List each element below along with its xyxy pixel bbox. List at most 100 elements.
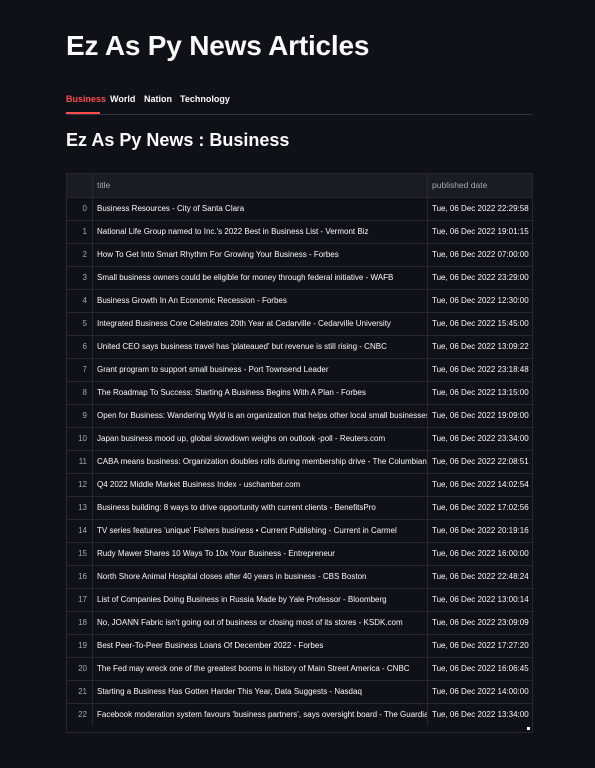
row-index: 3 <box>82 273 87 282</box>
table-row[interactable]: 21 Starting a Business Has Gotten Harder … <box>67 680 532 703</box>
column-header-title[interactable]: title <box>92 174 427 197</box>
cell-published-date[interactable]: Tue, 06 Dec 2022 23:29:00 <box>427 267 532 289</box>
cell-title[interactable]: The Fed may wreck one of the greatest bo… <box>92 658 427 680</box>
row-index: 19 <box>78 641 87 650</box>
cell-published-date[interactable]: Tue, 06 Dec 2022 13:34:00 <box>427 704 532 726</box>
section-heading: Ez As Py News : Business <box>66 130 290 150</box>
cell-title[interactable]: National Life Group named to Inc.'s 2022… <box>92 221 427 243</box>
cell-title[interactable]: Q4 2022 Middle Market Business Index - u… <box>92 474 427 496</box>
cell-published-date[interactable]: Tue, 06 Dec 2022 16:00:00 <box>427 543 532 565</box>
table-row[interactable]: 1 National Life Group named to Inc.'s 202… <box>67 220 532 243</box>
cell-title[interactable]: Rudy Mawer Shares 10 Ways To 10x Your Bu… <box>92 543 427 565</box>
cell-published-date[interactable]: Tue, 06 Dec 2022 16:06:45 <box>427 658 532 680</box>
row-index: 10 <box>78 434 87 443</box>
tab-nation[interactable]: Nation <box>144 94 172 104</box>
cell-published-date[interactable]: Tue, 06 Dec 2022 12:30:00 <box>427 290 532 312</box>
cell-title[interactable]: Business Resources - City of Santa Clara <box>92 198 427 220</box>
cell-published-date[interactable]: Tue, 06 Dec 2022 07:00:00 <box>427 244 532 266</box>
row-index: 12 <box>78 480 87 489</box>
cell-published-date[interactable]: Tue, 06 Dec 2022 20:19:16 <box>427 520 532 542</box>
table-row[interactable]: 0 Business Resources - City of Santa Clar… <box>67 197 532 220</box>
cell-published-date[interactable]: Tue, 06 Dec 2022 13:15:00 <box>427 382 532 404</box>
cell-title[interactable]: CABA means business: Organization double… <box>92 451 427 473</box>
cell-title[interactable]: Facebook moderation system favours 'busi… <box>92 704 427 726</box>
cell-published-date[interactable]: Tue, 06 Dec 2022 14:00:00 <box>427 681 532 703</box>
row-index: 15 <box>78 549 87 558</box>
row-index: 14 <box>78 526 87 535</box>
cell-published-date[interactable]: Tue, 06 Dec 2022 19:01:15 <box>427 221 532 243</box>
table-row[interactable]: 18 No, JOANN Fabric isn't going out of bu… <box>67 611 532 634</box>
row-index: 22 <box>78 710 87 719</box>
table-row[interactable]: 7 Grant program to support small business… <box>67 358 532 381</box>
cell-title[interactable]: Japan business mood up, global slowdown … <box>92 428 427 450</box>
cell-title[interactable]: Business Growth In An Economic Recession… <box>92 290 427 312</box>
cell-title[interactable]: North Shore Animal Hospital closes after… <box>92 566 427 588</box>
cell-published-date[interactable]: Tue, 06 Dec 2022 13:09:22 <box>427 336 532 358</box>
tab-technology[interactable]: Technology <box>180 94 230 104</box>
table-row[interactable]: 6 United CEO says business travel has 'pl… <box>67 335 532 358</box>
cell-title[interactable]: Best Peer-To-Peer Business Loans Of Dece… <box>92 635 427 657</box>
cell-published-date[interactable]: Tue, 06 Dec 2022 15:45:00 <box>427 313 532 335</box>
cell-title[interactable]: TV series features 'unique' Fishers busi… <box>92 520 427 542</box>
row-index: 17 <box>78 595 87 604</box>
cell-published-date[interactable]: Tue, 06 Dec 2022 17:27:20 <box>427 635 532 657</box>
table-row[interactable]: 4 Business Growth In An Economic Recessio… <box>67 289 532 312</box>
table-row[interactable]: 14 TV series features 'unique' Fishers bu… <box>67 519 532 542</box>
cell-title[interactable]: Small business owners could be eligible … <box>92 267 427 289</box>
table-row[interactable]: 20 The Fed may wreck one of the greatest … <box>67 657 532 680</box>
table-row[interactable]: 17 List of Companies Doing Business in Ru… <box>67 588 532 611</box>
cell-published-date[interactable]: Tue, 06 Dec 2022 22:08:51 <box>427 451 532 473</box>
table-row[interactable]: 8 The Roadmap To Success: Starting A Busi… <box>67 381 532 404</box>
cell-title[interactable]: List of Companies Doing Business in Russ… <box>92 589 427 611</box>
tab-business[interactable]: Business <box>66 94 106 104</box>
row-index: 8 <box>82 388 87 397</box>
table-row[interactable]: 11 CABA means business: Organization doub… <box>67 450 532 473</box>
table-row[interactable]: 12 Q4 2022 Middle Market Business Index -… <box>67 473 532 496</box>
resize-handle[interactable] <box>527 727 530 730</box>
tab-bar: Business World Nation Technology <box>66 88 532 115</box>
row-index: 20 <box>78 664 87 673</box>
table-row[interactable]: 22 Facebook moderation system favours 'bu… <box>67 703 532 726</box>
table-row[interactable]: 5 Integrated Business Core Celebrates 20t… <box>67 312 532 335</box>
cell-title[interactable]: United CEO says business travel has 'pla… <box>92 336 427 358</box>
table-row[interactable]: 13 Business building: 8 ways to drive opp… <box>67 496 532 519</box>
cell-title[interactable]: Open for Business: Wandering Wyld is an … <box>92 405 427 427</box>
row-index: 7 <box>82 365 87 374</box>
cell-published-date[interactable]: Tue, 06 Dec 2022 23:34:00 <box>427 428 532 450</box>
active-tab-indicator <box>66 112 100 114</box>
table-row[interactable]: 3 Small business owners could be eligible… <box>67 266 532 289</box>
cell-published-date[interactable]: Tue, 06 Dec 2022 19:09:00 <box>427 405 532 427</box>
cell-title[interactable]: Integrated Business Core Celebrates 20th… <box>92 313 427 335</box>
cell-title[interactable]: The Roadmap To Success: Starting A Busin… <box>92 382 427 404</box>
row-index: 16 <box>78 572 87 581</box>
cell-title[interactable]: How To Get Into Smart Rhythm For Growing… <box>92 244 427 266</box>
row-index: 13 <box>78 503 87 512</box>
cell-published-date[interactable]: Tue, 06 Dec 2022 22:29:58 <box>427 198 532 220</box>
tab-world[interactable]: World <box>110 94 135 104</box>
row-index: 1 <box>82 227 87 236</box>
row-index: 4 <box>82 296 87 305</box>
table-row[interactable]: 16 North Shore Animal Hospital closes aft… <box>67 565 532 588</box>
articles-table[interactable]: title published date 0 Business Resources… <box>66 173 533 733</box>
row-index: 18 <box>78 618 87 627</box>
table-header: title published date <box>67 174 532 197</box>
table-row[interactable]: 9 Open for Business: Wandering Wyld is an… <box>67 404 532 427</box>
cell-title[interactable]: Starting a Business Has Gotten Harder Th… <box>92 681 427 703</box>
row-index: 0 <box>82 204 87 213</box>
table-row[interactable]: 10 Japan business mood up, global slowdow… <box>67 427 532 450</box>
cell-published-date[interactable]: Tue, 06 Dec 2022 17:02:56 <box>427 497 532 519</box>
cell-published-date[interactable]: Tue, 06 Dec 2022 13:00:14 <box>427 589 532 611</box>
cell-published-date[interactable]: Tue, 06 Dec 2022 14:02:54 <box>427 474 532 496</box>
column-header-published-date[interactable]: published date <box>427 174 532 197</box>
cell-published-date[interactable]: Tue, 06 Dec 2022 22:48:24 <box>427 566 532 588</box>
cell-published-date[interactable]: Tue, 06 Dec 2022 23:09:09 <box>427 612 532 634</box>
table-row[interactable]: 2 How To Get Into Smart Rhythm For Growin… <box>67 243 532 266</box>
cell-title[interactable]: No, JOANN Fabric isn't going out of busi… <box>92 612 427 634</box>
cell-title[interactable]: Business building: 8 ways to drive oppor… <box>92 497 427 519</box>
table-row[interactable]: 19 Best Peer-To-Peer Business Loans Of De… <box>67 634 532 657</box>
index-header <box>67 174 92 197</box>
row-index: 21 <box>78 687 87 696</box>
table-row[interactable]: 15 Rudy Mawer Shares 10 Ways To 10x Your … <box>67 542 532 565</box>
cell-title[interactable]: Grant program to support small business … <box>92 359 427 381</box>
cell-published-date[interactable]: Tue, 06 Dec 2022 23:18:48 <box>427 359 532 381</box>
